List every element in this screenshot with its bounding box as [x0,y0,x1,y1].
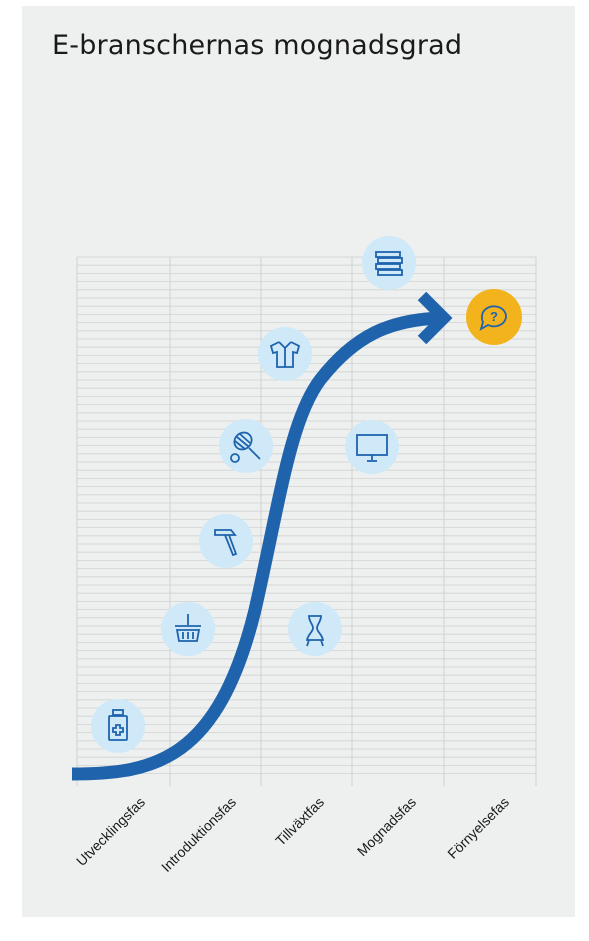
tennis-racket-icon [219,419,273,473]
phase-label: Introduktionsfas [158,794,239,875]
grid-lines [76,256,537,786]
grocery-basket-icon [161,602,215,656]
question-bubble-icon: ? [466,289,522,345]
phase-label: Förnyelsefas [444,794,512,862]
svg-text:?: ? [490,309,498,324]
dress-form-icon [288,602,342,656]
phase-labels: Utvecklingsfas Introduktionsfas Tillväxtfa… [73,794,512,875]
pharmacy-icon [91,699,145,753]
maturity-diagram: ? Utvecklingsfas Introduktionsfas Tillväxt… [71,236,537,875]
phase-label: Utvecklingsfas [73,794,148,869]
shirt-icon [258,327,312,381]
hammer-icon [199,514,253,568]
monitor-icon [345,420,399,474]
phase-label: Tillväxtfas [272,794,327,849]
phase-label: Mognadsfas [354,794,419,859]
books-icon [362,236,416,290]
